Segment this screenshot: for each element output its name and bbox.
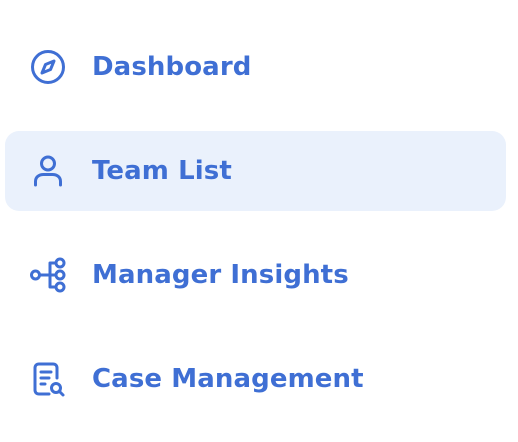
sidebar-nav: Dashboard Team List Manager Insights Cas… [0,0,518,442]
compass-icon [29,48,67,86]
sidebar-item-manager-insights[interactable]: Manager Insights [5,235,506,315]
sidebar-item-label: Dashboard [92,52,252,82]
sidebar-item-team-list[interactable]: Team List [5,131,506,211]
sidebar-item-label: Team List [92,156,232,186]
sidebar-item-dashboard[interactable]: Dashboard [5,27,506,107]
sidebar-item-label: Case Management [92,364,364,394]
document-search-icon [29,360,67,398]
sidebar-item-label: Manager Insights [92,260,349,290]
hierarchy-icon [29,256,67,294]
user-icon [29,152,67,190]
sidebar-item-case-management[interactable]: Case Management [5,339,506,419]
